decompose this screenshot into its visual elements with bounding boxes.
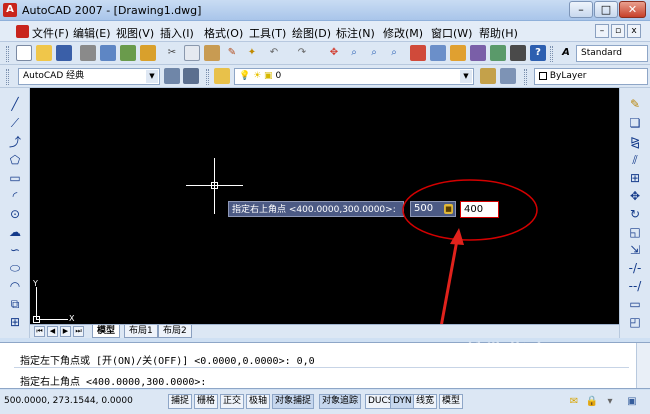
grid-toggle[interactable]: 栅格 — [194, 394, 219, 409]
watermark-url: zhinan.sogou.com — [482, 370, 583, 383]
toolbar-lock-icon[interactable]: 🔒 — [584, 394, 600, 410]
otrack-toggle[interactable]: 对象追踪 — [319, 394, 362, 409]
pointer-arrow-head — [450, 228, 464, 245]
highlight-ellipse — [402, 179, 538, 241]
dyn-toggle[interactable]: DYN — [390, 394, 415, 409]
pointer-arrow-shaft — [439, 239, 459, 328]
status-menu-icon[interactable]: ▾ — [602, 394, 618, 410]
command-scrollbar[interactable] — [636, 343, 650, 388]
ortho-toggle[interactable]: 正交 — [220, 394, 245, 409]
clean-screen-icon[interactable]: ▣ — [624, 394, 640, 410]
polar-toggle[interactable]: 极轴 — [246, 394, 271, 409]
command-history-line: 指定左下角点或 [开(ON)/关(OFF)] <0.0000,0.0000>: … — [20, 356, 315, 367]
status-bar: 500.0000, 273.1544, 0.0000 捕捉 栅格 正交 极轴 对… — [0, 390, 650, 414]
model-toggle[interactable]: 模型 — [439, 394, 464, 409]
command-current-line: 指定右上角点 <400.0000,300.0000>: — [20, 377, 207, 388]
coordinate-readout: 500.0000, 273.1544, 0.0000 — [4, 396, 133, 406]
watermark-text: 搜狗指南 — [466, 340, 550, 364]
lineweight-toggle[interactable]: 线宽 — [413, 394, 438, 409]
tab-layout1[interactable]: 布局1 — [124, 325, 158, 338]
first-tab-icon[interactable]: ⏮ — [34, 326, 45, 337]
command-divider — [14, 367, 629, 368]
last-tab-icon[interactable]: ⏭ — [73, 326, 84, 337]
prev-tab-icon[interactable]: ◀ — [47, 326, 58, 337]
snap-toggle[interactable]: 捕捉 — [168, 394, 193, 409]
tab-model[interactable]: 模型 — [92, 325, 121, 338]
next-tab-icon[interactable]: ▶ — [60, 326, 71, 337]
communication-center-icon[interactable]: ✉ — [566, 394, 582, 410]
osnap-toggle[interactable]: 对象捕捉 — [272, 394, 315, 409]
tab-layout2[interactable]: 布局2 — [158, 325, 192, 338]
